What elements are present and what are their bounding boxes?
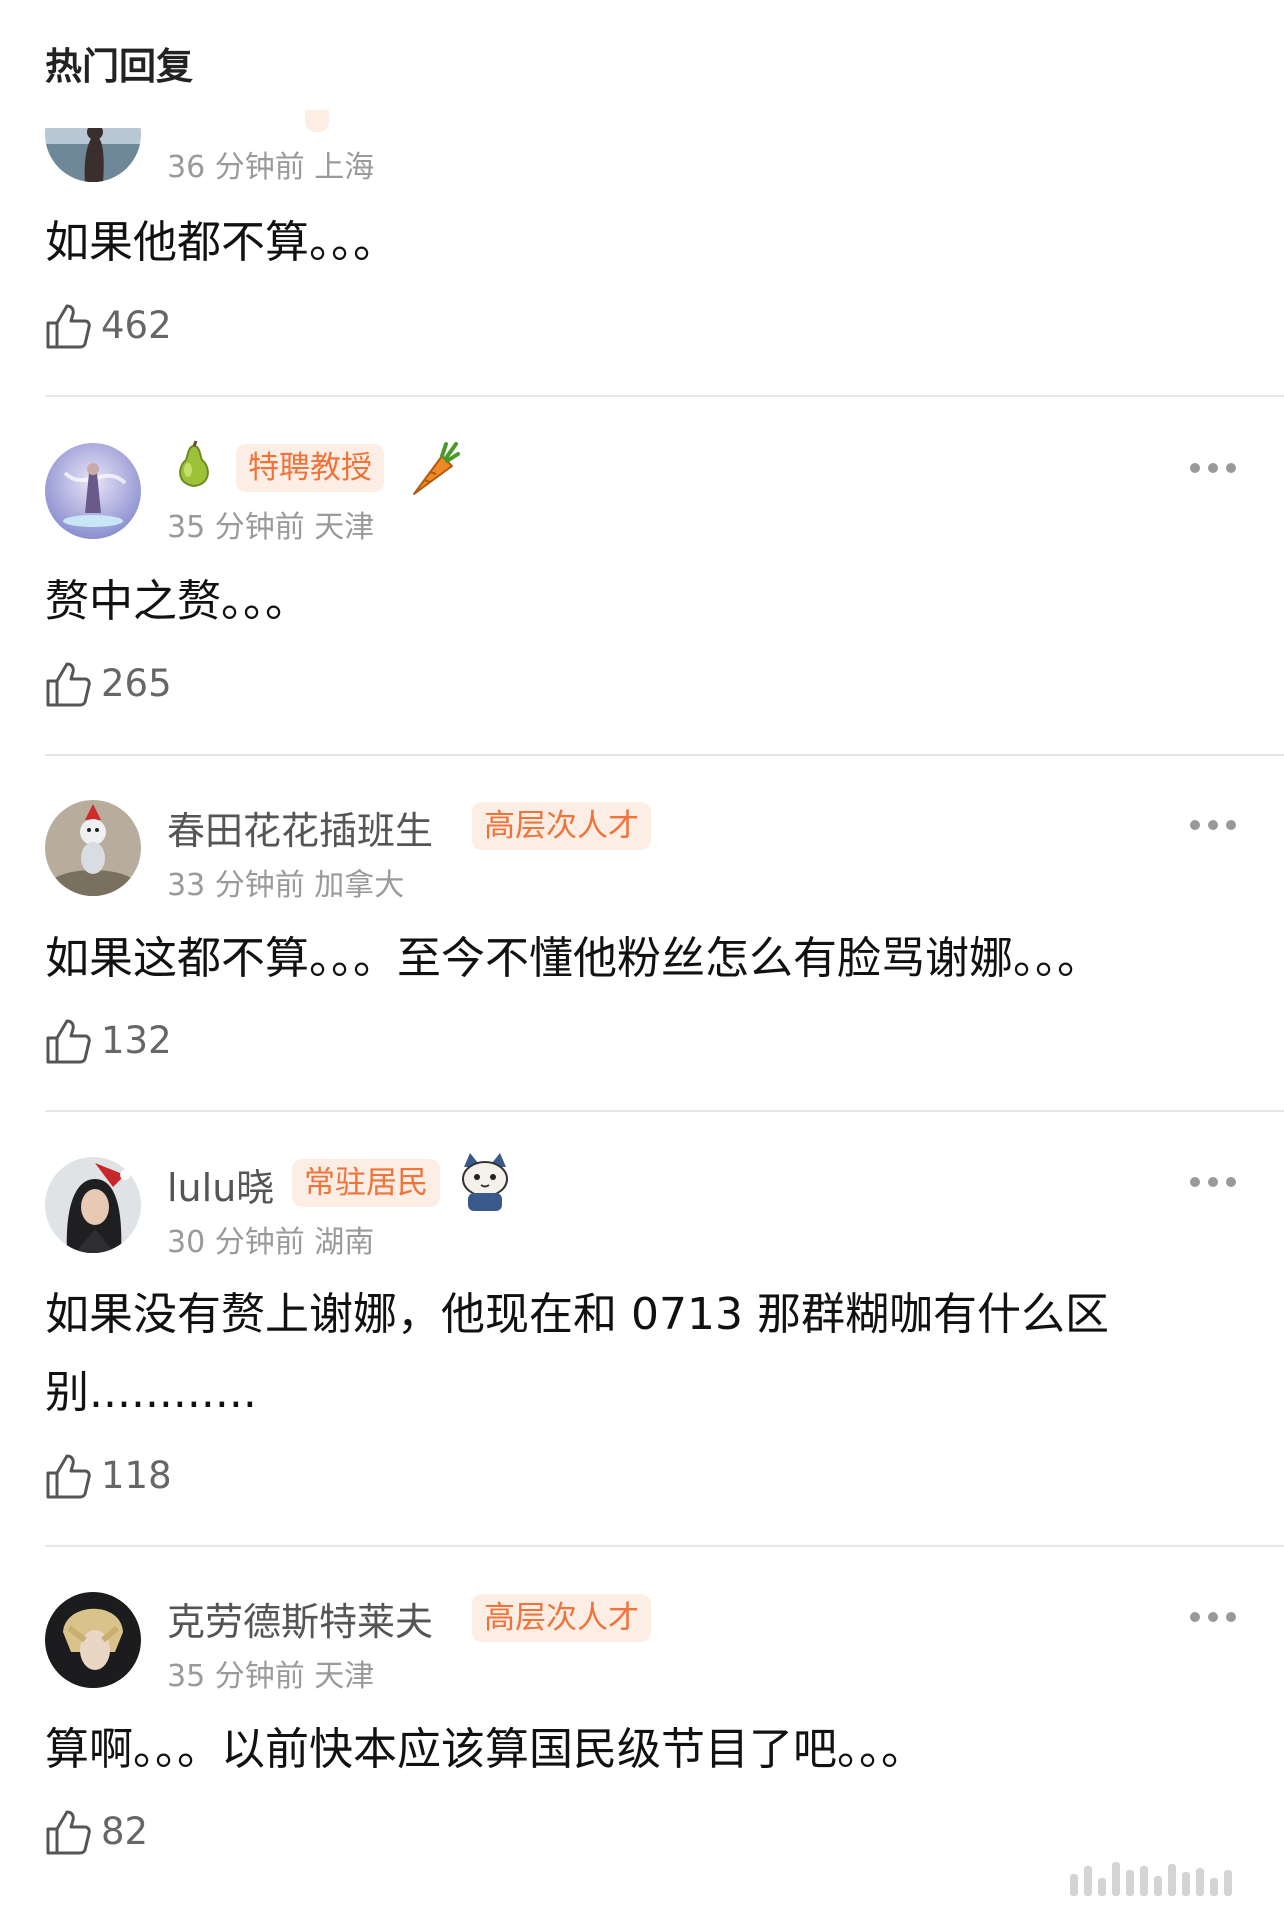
comment-text: 如果他都不算。。。	[45, 217, 397, 268]
comment-text: 赘中之赘。。。	[45, 576, 309, 627]
more-options-button[interactable]	[1188, 1175, 1238, 1189]
comment-text: 如果这都不算。。。至今不懂他粉丝怎么有脸骂谢娜。。。	[45, 933, 1101, 984]
avatar[interactable]	[45, 1157, 141, 1253]
user-badge	[305, 110, 329, 132]
user-badge: 高层次人才	[472, 802, 651, 850]
avatar[interactable]	[45, 128, 141, 182]
avatar[interactable]	[45, 800, 141, 896]
hot-replies-page: 热门回复 36 分钟前 上海 如果他都不算。。。 462 特聘教授 35 分钟前…	[0, 0, 1284, 1908]
comment-meta: 35 分钟前 天津	[167, 1659, 375, 1694]
thumbs-up-icon	[46, 1019, 91, 1064]
username[interactable]: 克劳德斯特莱夫	[167, 1591, 433, 1646]
divider	[45, 754, 1284, 756]
comment-meta: 30 分钟前 湖南	[167, 1225, 375, 1260]
avatar[interactable]	[45, 443, 141, 539]
like-count: 82	[101, 1810, 149, 1853]
divider	[45, 1110, 1284, 1112]
section-title: 热门回复	[45, 45, 193, 88]
divider	[45, 395, 1284, 397]
thumbs-up-icon	[46, 1454, 91, 1499]
user-badge: 常驻居民	[292, 1159, 440, 1207]
user-badge: 高层次人才	[472, 1594, 651, 1642]
like-count: 462	[101, 304, 172, 347]
thumbs-up-icon	[46, 304, 91, 349]
thumbs-up-icon	[46, 662, 91, 707]
like-count: 118	[101, 1454, 172, 1497]
comment-meta: 33 分钟前 加拿大	[167, 868, 405, 903]
comment-text: 如果没有赘上谢娜，他现在和 0713 那群糊咖有什么区别............	[45, 1289, 1109, 1418]
avatar[interactable]	[45, 1592, 141, 1688]
thumbs-up-icon	[46, 1810, 91, 1855]
more-options-button[interactable]	[1188, 818, 1238, 832]
user-badge: 特聘教授	[236, 444, 384, 492]
more-options-button[interactable]	[1188, 461, 1238, 475]
cat-sticker	[456, 1151, 514, 1217]
username[interactable]: lulu晓	[167, 1157, 274, 1212]
watermark	[1070, 1860, 1248, 1900]
comment-meta: 35 分钟前 天津	[167, 510, 375, 545]
more-options-button[interactable]	[1188, 1610, 1238, 1624]
username[interactable]: 春田花花插班生	[167, 800, 433, 855]
divider	[45, 1545, 1284, 1547]
pear-sticker	[168, 440, 220, 496]
like-count: 132	[101, 1019, 172, 1062]
comment-text: 算啊。。。以前快本应该算国民级节目了吧。。。	[45, 1724, 925, 1775]
comment-meta: 36 分钟前 上海	[167, 150, 375, 185]
like-count: 265	[101, 662, 172, 705]
carrot-sticker	[402, 438, 460, 502]
